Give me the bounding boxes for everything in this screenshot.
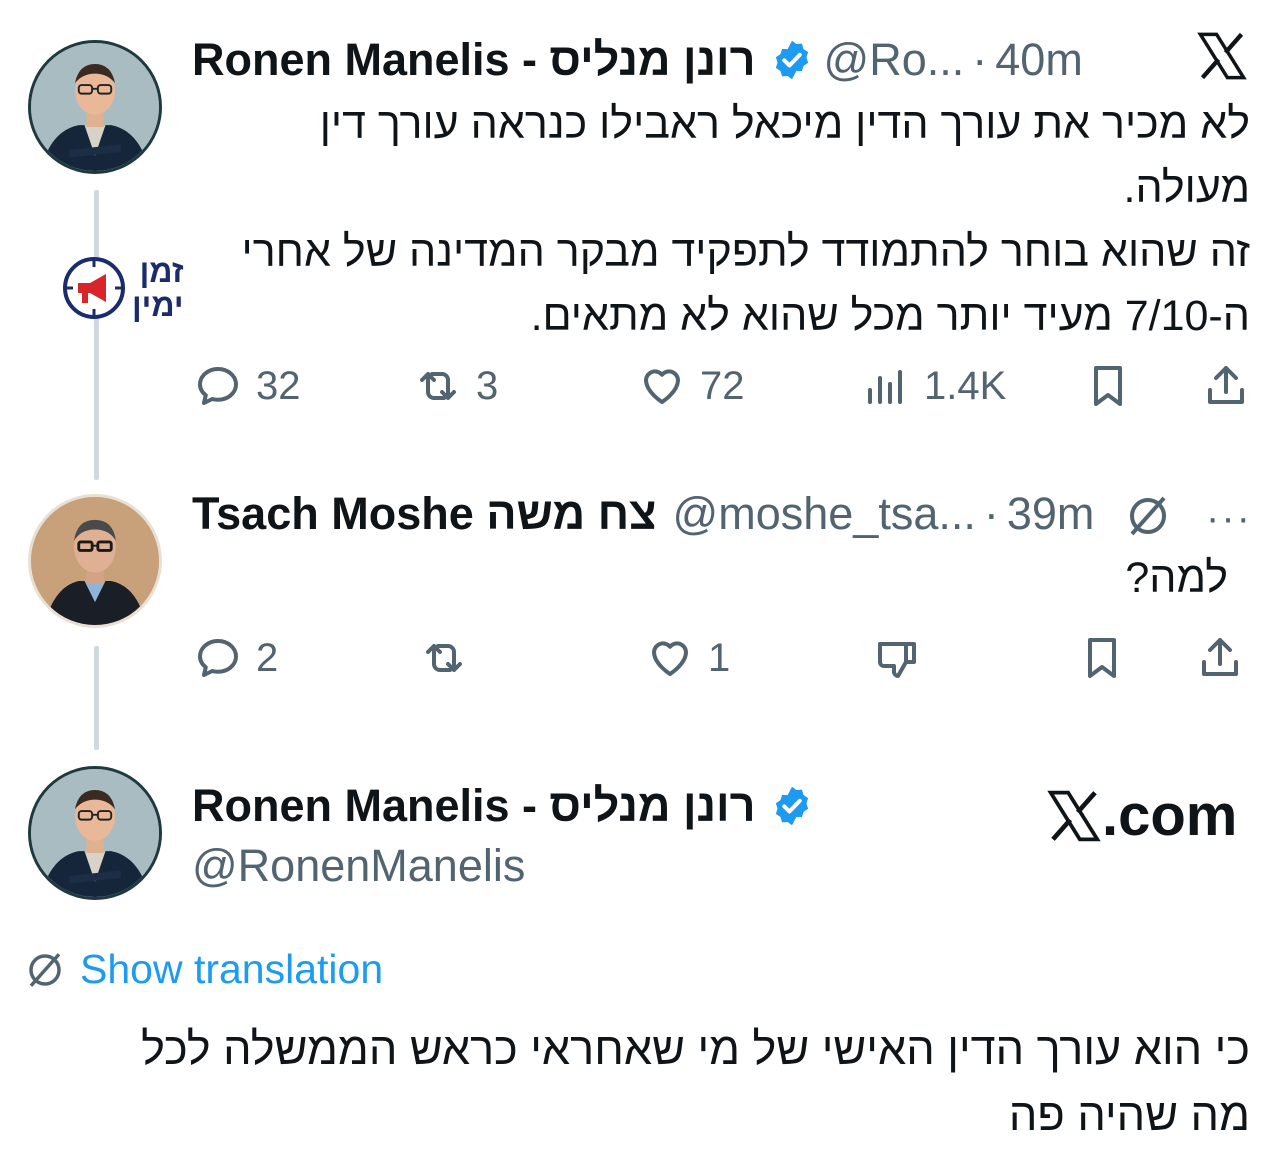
separator-dot: · bbox=[972, 34, 988, 85]
show-translation-link[interactable]: Show translation bbox=[24, 946, 383, 993]
author-handle[interactable]: @RonenManelis bbox=[192, 840, 525, 892]
like-count: 72 bbox=[700, 363, 745, 408]
text-line: ה-7/10 מעיד יותר מכל שהוא לא מתאים. bbox=[530, 292, 1250, 340]
author-name[interactable]: Ronen Manelis - רונן מנליס bbox=[192, 780, 756, 832]
reply-count: 2 bbox=[256, 635, 279, 680]
separator-dot: · bbox=[983, 488, 999, 539]
logo-text: זמן ימין bbox=[132, 254, 184, 322]
text-line: זה שהוא בוחר להתמודד לתפקיד מבקר המדינה … bbox=[241, 228, 1250, 276]
text-line: מה שהיה פה bbox=[1008, 1089, 1250, 1140]
reply-icon bbox=[198, 639, 238, 677]
thread-connector bbox=[94, 646, 99, 750]
share-button[interactable] bbox=[1196, 634, 1244, 682]
tweet1-header: Ronen Manelis - רונן מנליס @Ro... · 40m bbox=[192, 34, 1083, 86]
share-button[interactable] bbox=[1202, 362, 1250, 410]
thumbs-down-icon bbox=[878, 642, 916, 678]
verified-badge-icon bbox=[775, 40, 808, 80]
timestamp[interactable]: 39m bbox=[1007, 488, 1095, 540]
author-name[interactable]: Tsach Moshe צח משה bbox=[192, 488, 657, 540]
show-translation-label[interactable]: Show translation bbox=[80, 946, 383, 993]
x-com-watermark: .com bbox=[1046, 782, 1237, 849]
verified-badge-icon bbox=[775, 786, 808, 826]
text-line: למה? bbox=[1125, 554, 1228, 602]
x-logo-icon[interactable] bbox=[1196, 30, 1248, 82]
repost-button[interactable]: 3 bbox=[414, 362, 498, 410]
share-icon bbox=[1202, 638, 1238, 676]
author-handle[interactable]: @moshe_tsa... bbox=[673, 488, 976, 540]
view-count: 1.4K bbox=[924, 363, 1007, 408]
repost-icon bbox=[426, 644, 462, 672]
tweet3-handle-line: @RonenManelis bbox=[192, 840, 525, 892]
logo-text-line1: זמן bbox=[139, 253, 184, 289]
like-button[interactable]: 72 bbox=[638, 362, 745, 410]
thread-connector bbox=[94, 190, 99, 480]
author-handle[interactable]: @Ro... bbox=[824, 34, 965, 86]
avatar-tsach[interactable] bbox=[28, 494, 162, 628]
avatar-ronen[interactable] bbox=[28, 40, 162, 174]
text-line: לא מכיר את עורך הדין מיכאל ראבילו כנראה … bbox=[319, 100, 1250, 148]
tweet3-header: Ronen Manelis - רונן מנליס bbox=[192, 780, 824, 832]
translate-globe-icon bbox=[29, 952, 61, 987]
share-icon bbox=[1208, 366, 1244, 404]
repost-icon bbox=[420, 372, 456, 400]
site-suffix: .com bbox=[1102, 783, 1238, 848]
author-name[interactable]: Ronen Manelis - רונן מנליס bbox=[192, 34, 756, 86]
dislike-button[interactable] bbox=[874, 634, 922, 682]
repost-button[interactable] bbox=[420, 634, 482, 682]
more-options-icon[interactable]: ··· bbox=[1206, 496, 1252, 541]
text-line: מעולה. bbox=[1123, 164, 1250, 212]
bookmark-button[interactable] bbox=[1084, 362, 1132, 410]
zman-yamin-logo: זמן ימין bbox=[62, 254, 184, 322]
tweet3-text: כי הוא עורך הדין האישי של מי שאחראי כראש… bbox=[20, 1016, 1250, 1148]
views-button[interactable]: 1.4K bbox=[862, 362, 1006, 410]
text-line: כי הוא עורך הדין האישי של מי שאחראי כראש… bbox=[141, 1023, 1250, 1074]
reply-button[interactable]: 2 bbox=[194, 634, 278, 682]
reply-icon bbox=[198, 367, 238, 405]
bookmark-icon bbox=[1088, 638, 1116, 678]
megaphone-clock-icon bbox=[63, 257, 125, 319]
logo-text-line2: ימין bbox=[132, 287, 184, 323]
tweet2-header: Tsach Moshe צח משה @moshe_tsa... · 39m bbox=[192, 488, 1094, 540]
like-button[interactable]: 1 bbox=[646, 634, 730, 682]
like-count: 1 bbox=[708, 635, 731, 680]
heart-icon bbox=[644, 369, 680, 404]
reply-count: 32 bbox=[256, 363, 301, 408]
tweet1-text: לא מכיר את עורך הדין מיכאל ראבילו כנראה … bbox=[200, 92, 1250, 348]
avatar-ronen[interactable] bbox=[28, 766, 162, 900]
tweet2-text: למה? bbox=[1125, 546, 1228, 610]
bookmark-icon bbox=[1094, 366, 1122, 406]
timestamp[interactable]: 40m bbox=[995, 34, 1083, 86]
x-logo-icon bbox=[1047, 790, 1101, 841]
repost-count: 3 bbox=[476, 363, 499, 408]
bookmark-button[interactable] bbox=[1078, 634, 1126, 682]
reply-button[interactable]: 32 bbox=[194, 362, 301, 410]
heart-icon bbox=[652, 641, 688, 676]
translate-globe-icon[interactable] bbox=[1124, 492, 1172, 540]
views-icon bbox=[868, 370, 902, 404]
